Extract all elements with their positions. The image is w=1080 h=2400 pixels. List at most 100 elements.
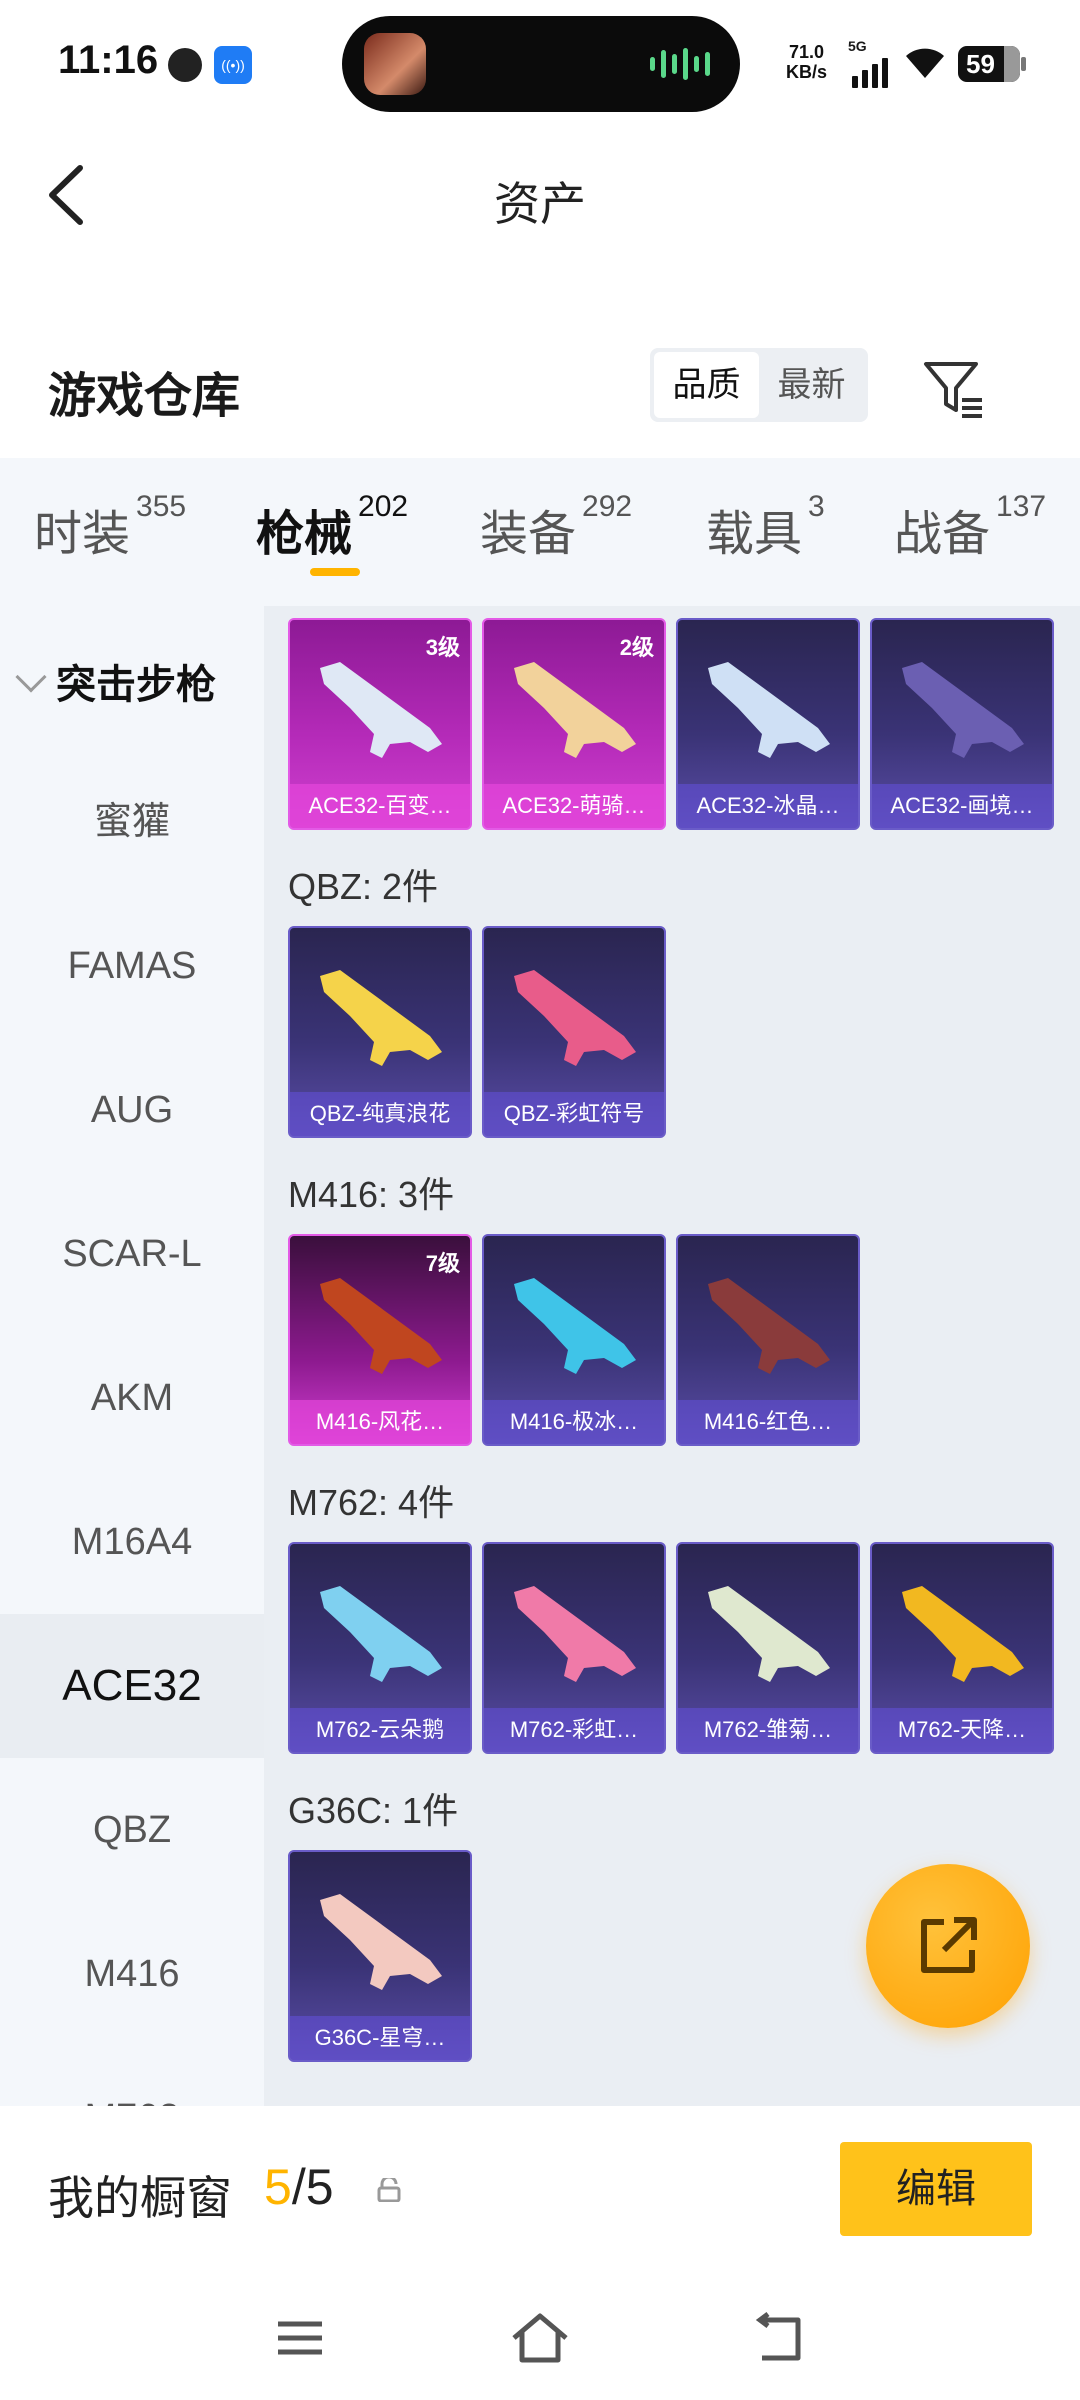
back-icon[interactable] <box>748 2306 812 2370</box>
skin-card[interactable]: G36C-星穹… <box>288 1850 472 2062</box>
tab-supplies[interactable]: 战备137 <box>894 490 1046 564</box>
skin-card[interactable]: M416-红色… <box>676 1234 860 1446</box>
battery-level: 59 <box>966 49 995 79</box>
skin-card[interactable]: ACE32-冰晶… <box>676 618 860 830</box>
skin-name: M762-彩虹… <box>484 1708 664 1752</box>
moon-icon <box>168 48 202 82</box>
system-nav-bar <box>0 2276 1080 2400</box>
sort-latest-option[interactable]: 最新 <box>759 352 864 418</box>
skin-name: G36C-星穹… <box>290 2016 470 2060</box>
rifle-icon <box>514 1278 636 1374</box>
skin-card[interactable]: M762-彩虹… <box>482 1542 666 1754</box>
skin-card[interactable]: 3级 ACE32-百变… <box>288 618 472 830</box>
status-bar: 11:16 ((•)) 71.0 KB/s 5G 59 <box>0 0 1080 130</box>
sidebar-item-aug[interactable]: AUG <box>0 1038 264 1182</box>
sidebar-item-ace32[interactable]: ACE32 <box>0 1614 264 1758</box>
tab-fashion[interactable]: 时装355 <box>34 490 186 564</box>
rifle-icon <box>708 1278 830 1374</box>
menu-icon[interactable] <box>268 2306 332 2370</box>
audio-wave-icon <box>650 46 710 82</box>
home-icon[interactable] <box>508 2306 572 2370</box>
filter-icon[interactable] <box>920 356 986 422</box>
tab-weapons[interactable]: 枪械202 <box>256 490 408 564</box>
sidebar-item-m762[interactable]: M762 <box>0 2046 264 2106</box>
showcase-current: 5 <box>264 2159 292 2215</box>
sort-toggle: 品质 最新 <box>650 348 868 422</box>
showcase-bar: 我的橱窗 5/5 编辑 <box>0 2106 1080 2276</box>
share-button[interactable] <box>866 1864 1030 2028</box>
skin-name: M762-天降… <box>872 1708 1052 1752</box>
rifle-icon <box>320 1278 442 1374</box>
skin-name: ACE32-画境… <box>872 784 1052 828</box>
showcase-count: 5/5 <box>264 2158 334 2216</box>
rifle-icon <box>902 1586 1024 1682</box>
skin-card[interactable]: QBZ-彩虹符号 <box>482 926 666 1138</box>
tab-label: 载具 <box>706 508 803 561</box>
rifle-icon <box>320 662 442 758</box>
active-tab-indicator <box>310 568 360 576</box>
tab-count: 355 <box>136 490 187 523</box>
chevron-down-icon <box>15 661 47 693</box>
tab-vehicles[interactable]: 载具3 <box>706 490 825 564</box>
sidebar-item-scar-l[interactable]: SCAR-L <box>0 1182 264 1326</box>
rifle-icon <box>320 1586 442 1682</box>
rifle-icon <box>514 1586 636 1682</box>
showcase-total: 5 <box>305 2159 334 2215</box>
tab-label: 时装 <box>34 508 131 561</box>
battery-icon: 59 <box>958 46 1026 82</box>
sidebar-item-honey-badger[interactable]: 蜜獾 <box>0 750 264 894</box>
section-label-qbz: QBZ: 2件 <box>288 866 439 907</box>
rifle-icon <box>514 662 636 758</box>
tab-count: 3 <box>808 490 825 523</box>
section-label-m762: M762: 4件 <box>288 1482 455 1523</box>
skin-name: M416-风花… <box>290 1400 470 1444</box>
tab-count: 137 <box>996 490 1047 523</box>
skin-name: M762-云朵鹅 <box>290 1708 470 1752</box>
sidebar-item-famas[interactable]: FAMAS <box>0 894 264 1038</box>
sidebar-item-qbz[interactable]: QBZ <box>0 1758 264 1902</box>
skin-card[interactable]: 7级 M416-风花… <box>288 1234 472 1446</box>
skin-card[interactable]: M416-极冰… <box>482 1234 666 1446</box>
sidebar-item-akm[interactable]: AKM <box>0 1326 264 1470</box>
skin-name: ACE32-萌骑… <box>484 784 664 828</box>
lock-icon <box>377 2178 401 2202</box>
sort-quality-option[interactable]: 品质 <box>654 352 759 418</box>
wifi-icon <box>906 48 944 78</box>
skin-card[interactable]: M762-天降… <box>870 1542 1054 1754</box>
showcase-title: 我的橱窗 <box>48 2172 232 2224</box>
skin-card[interactable]: ACE32-画境… <box>870 618 1054 830</box>
skin-name: ACE32-冰晶… <box>678 784 858 828</box>
rifle-icon <box>320 970 442 1066</box>
rifle-icon <box>514 970 636 1066</box>
skin-name: ACE32-百变… <box>290 784 470 828</box>
tab-count: 202 <box>358 490 409 523</box>
tab-label: 战备 <box>894 508 991 561</box>
rifle-icon <box>320 1894 442 1990</box>
edit-button[interactable]: 编辑 <box>840 2142 1032 2236</box>
tab-label: 装备 <box>480 508 577 561</box>
rifle-icon <box>708 662 830 758</box>
sidebar-group-assault-rifles[interactable]: 突击步枪 <box>15 652 216 710</box>
skin-card[interactable]: 2级 ACE32-萌骑… <box>482 618 666 830</box>
showcase-separator: / <box>291 2159 306 2215</box>
skin-name: M762-雏菊… <box>678 1708 858 1752</box>
sidebar-item-m416[interactable]: M416 <box>0 1902 264 2046</box>
rifle-icon <box>902 662 1024 758</box>
weapon-sidebar: 突击步枪 蜜獾 FAMAS AUG SCAR-L AKM M16A4 ACE32… <box>0 606 264 2106</box>
page-title: 资产 <box>494 178 586 230</box>
tab-equipment[interactable]: 装备292 <box>480 490 632 564</box>
share-external-icon <box>921 1917 977 1973</box>
skin-card[interactable]: QBZ-纯真浪花 <box>288 926 472 1138</box>
sidebar-item-m16a4[interactable]: M16A4 <box>0 1470 264 1614</box>
dynamic-island[interactable] <box>342 16 740 112</box>
skin-name: M416-极冰… <box>484 1400 664 1444</box>
sidebar-group-label: 突击步枪 <box>56 663 216 707</box>
skin-card[interactable]: M762-云朵鹅 <box>288 1542 472 1754</box>
hotspot-icon: ((•)) <box>214 46 252 84</box>
net-speed-unit: KB/s <box>786 62 828 82</box>
skin-name: QBZ-彩虹符号 <box>484 1092 664 1136</box>
skin-card[interactable]: M762-雏菊… <box>676 1542 860 1754</box>
section-label-m416: M416: 3件 <box>288 1174 455 1215</box>
skin-name: QBZ-纯真浪花 <box>290 1092 470 1136</box>
warehouse-title: 游戏仓库 <box>48 370 241 423</box>
